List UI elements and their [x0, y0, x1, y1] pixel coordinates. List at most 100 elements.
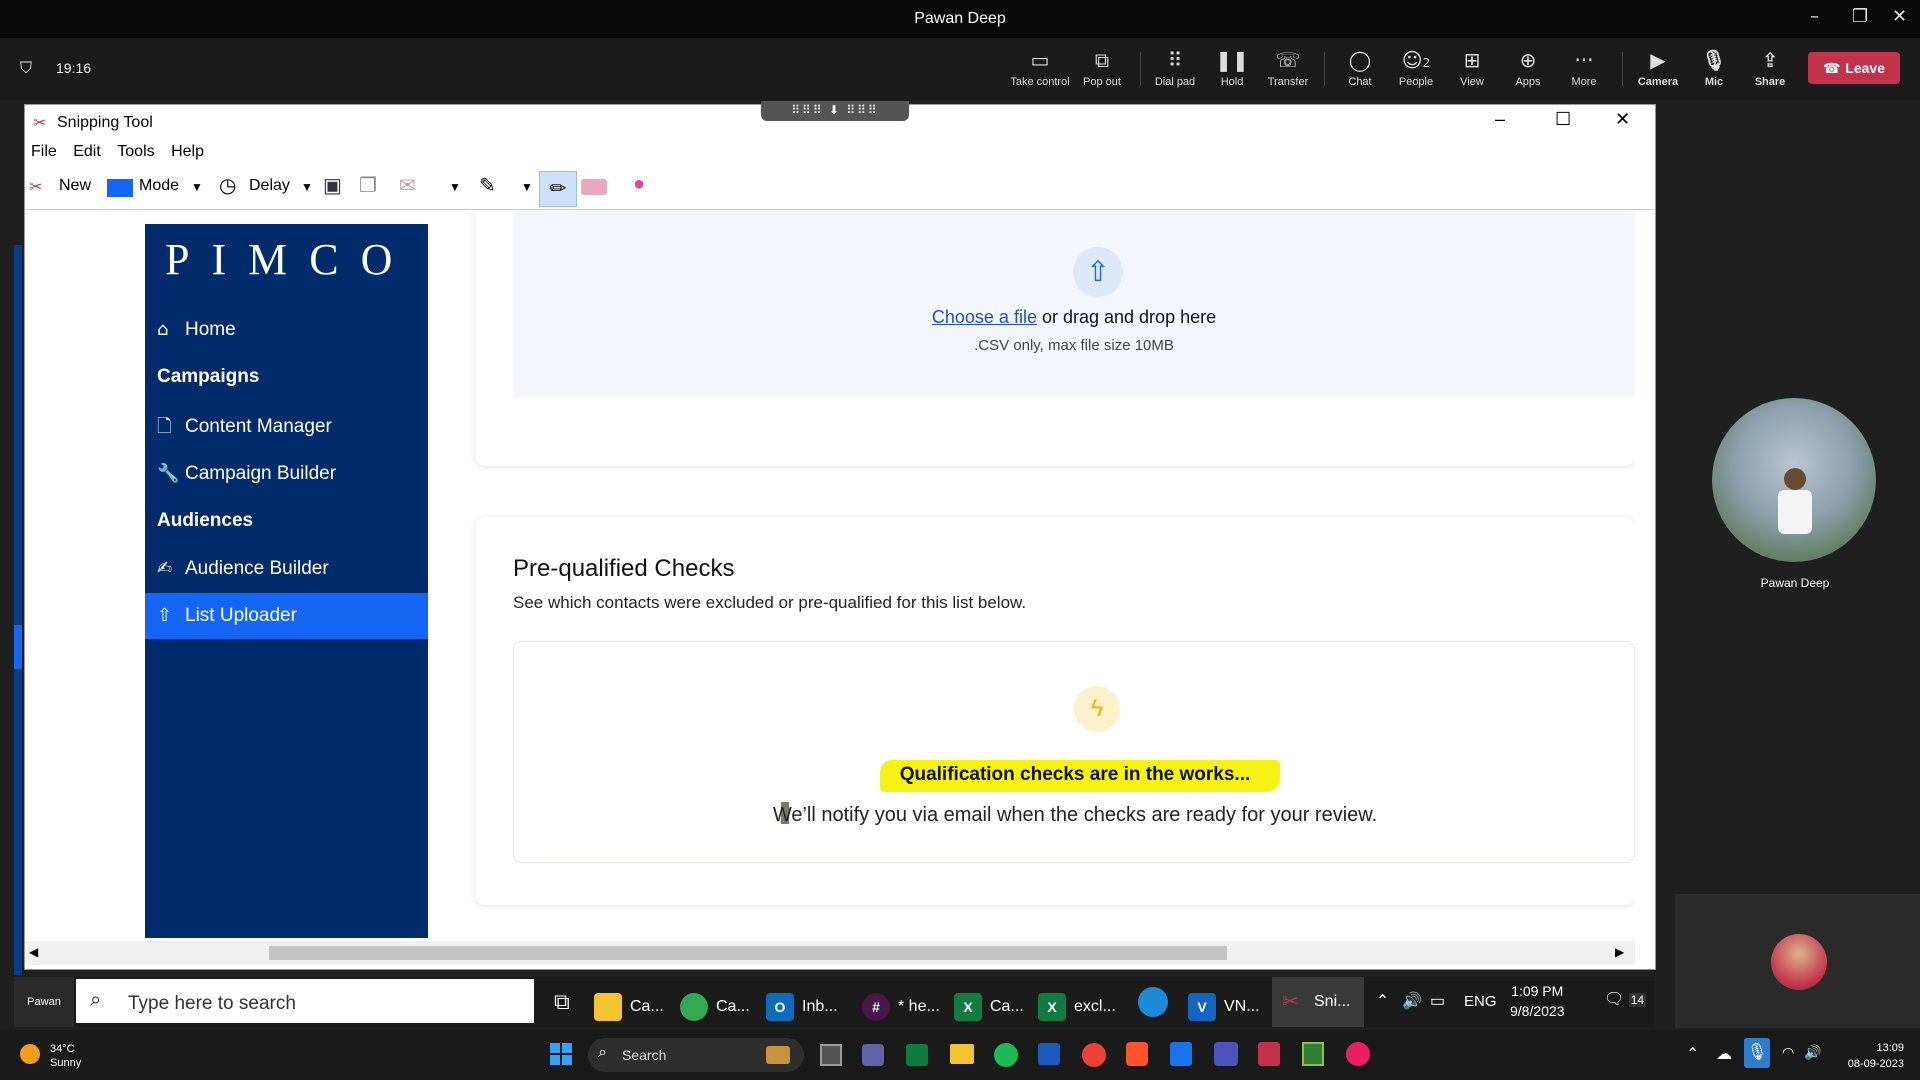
pen-icon[interactable]: ✎: [479, 173, 496, 198]
edge-icon[interactable]: [1138, 987, 1168, 1017]
windows-start-icon[interactable]: [550, 1043, 572, 1065]
paint-3d-icon[interactable]: ●: [633, 173, 645, 196]
hold-button[interactable]: ❚❚ Hold: [1200, 48, 1264, 88]
chrome-dev-icon[interactable]: [1346, 1042, 1370, 1066]
menu-edit[interactable]: Edit: [73, 143, 101, 160]
delay-dropdown-icon[interactable]: ▼: [301, 180, 313, 194]
horizontal-scrollbar[interactable]: ◀ ▶: [25, 941, 1635, 965]
mode-dropdown-icon[interactable]: ▼: [191, 180, 203, 194]
nav-content-manager[interactable]: 🗋 Content Manager: [145, 404, 428, 450]
wifi-icon[interactable]: ◠: [1782, 1044, 1794, 1061]
participant-avatar[interactable]: [1712, 398, 1876, 562]
scroll-right-icon[interactable]: ▶: [1615, 945, 1624, 959]
self-avatar[interactable]: [1771, 934, 1827, 990]
document-icon: 🗋: [157, 416, 172, 437]
dropzone[interactable]: ⇧ Choose a file or drag and drop here .C…: [513, 211, 1635, 397]
lightning-icon: ϟ: [1074, 686, 1120, 732]
notifications-button[interactable]: 🗨 14: [1604, 989, 1647, 1009]
taskbar-app-excel-1[interactable]: X Ca...: [954, 993, 1024, 1021]
spotify-icon[interactable]: [994, 1043, 1018, 1067]
taskbar-search[interactable]: ⌕ Type here to search: [76, 979, 534, 1023]
cloud-icon[interactable]: ☁: [1716, 1044, 1732, 1064]
pop-out-icon: ⧉: [1094, 48, 1110, 72]
file-explorer-icon[interactable]: [950, 1044, 974, 1064]
status-panel: ϟ Qualification checks are in the works.…: [513, 641, 1635, 863]
send-dropdown-icon[interactable]: ▼: [449, 180, 461, 194]
scroll-left-icon[interactable]: ◀: [29, 945, 38, 959]
delay-button[interactable]: Delay: [249, 177, 290, 195]
taskbar-app-chrome[interactable]: Ca...: [680, 993, 750, 1021]
take-control-button[interactable]: ▭ Take control: [1008, 48, 1072, 88]
minimize-icon[interactable]: –: [1810, 6, 1819, 27]
dial-pad-button[interactable]: ⠿ Dial pad: [1143, 48, 1207, 88]
clock[interactable]: 13:09 08-09-2023: [1838, 1040, 1904, 1072]
restore-icon[interactable]: ❐: [1852, 6, 1868, 27]
taskbar-search-box[interactable]: ⌕ Search: [588, 1038, 804, 1072]
media-player-icon[interactable]: [1302, 1042, 1324, 1066]
taskbar-app-slack[interactable]: # * he...: [862, 993, 940, 1021]
camera-button[interactable]: ▶ Camera: [1626, 48, 1690, 88]
app-s-icon[interactable]: [1170, 1042, 1192, 1066]
shield-icon: ⛉: [20, 58, 33, 77]
mic-active-icon[interactable]: 🎙: [1744, 1038, 1770, 1068]
clock[interactable]: 1:09 PM 9/8/2023: [1510, 981, 1565, 1021]
send-icon[interactable]: ✉: [399, 173, 416, 198]
highlighter-icon[interactable]: ✏: [539, 171, 577, 207]
eraser-icon[interactable]: [581, 179, 607, 195]
copy-icon[interactable]: ❐: [359, 173, 377, 198]
language-indicator[interactable]: ENG: [1464, 993, 1497, 1010]
share-button[interactable]: ⇪ Share: [1738, 48, 1802, 88]
task-view-icon[interactable]: [820, 1044, 842, 1066]
call-controls-bar: ⛉ 19:16 ▭ Take control ⧉ Pop out ⠿ Dial pad…: [0, 38, 1920, 100]
upload-instructions: Choose a file or drag and drop here: [931, 307, 1217, 327]
save-icon[interactable]: ▣: [323, 173, 342, 198]
close-icon[interactable]: ✕: [1892, 6, 1907, 27]
chevron-up-icon[interactable]: ⌃: [1376, 991, 1389, 1011]
excel-icon[interactable]: [906, 1044, 928, 1066]
chevron-up-icon[interactable]: ⌃: [1686, 1044, 1699, 1064]
apps-button[interactable]: ⊕ Apps: [1496, 48, 1560, 88]
brave-icon[interactable]: [1126, 1042, 1148, 1066]
mode-button[interactable]: Mode: [139, 177, 179, 195]
nav-list-uploader[interactable]: ⇧ List Uploader: [145, 593, 428, 639]
maximize-icon[interactable]: ☐: [1555, 109, 1571, 130]
teams-chat-icon[interactable]: [862, 1044, 884, 1066]
volume-icon[interactable]: 🔊: [1804, 1044, 1821, 1061]
taskbar-app-excel-2[interactable]: Xexcl...: [1038, 993, 1116, 1021]
more-button[interactable]: ··· More: [1552, 48, 1616, 88]
leave-button[interactable]: ☎ Leave: [1808, 52, 1900, 84]
network-icon[interactable]: ▭: [1430, 991, 1445, 1011]
pop-out-button[interactable]: ⧉ Pop out: [1070, 48, 1134, 88]
h-scroll-thumb[interactable]: [269, 946, 1227, 960]
volume-icon[interactable]: 🔊: [1402, 991, 1422, 1011]
taskbar-app-outlook[interactable]: O Inb...: [766, 993, 838, 1021]
nav-home[interactable]: ⌂ Home: [145, 307, 428, 353]
weather-widget[interactable]: 34°C Sunny: [50, 1042, 81, 1070]
menu-tools[interactable]: Tools: [117, 143, 154, 160]
menu-help[interactable]: Help: [171, 143, 204, 160]
taskbar-app-snipping-active[interactable]: ✂ Sni...: [1272, 977, 1364, 1027]
chrome-icon[interactable]: [1082, 1043, 1106, 1067]
nav-campaign-builder[interactable]: 🔧 Campaign Builder: [145, 451, 428, 497]
mic-button[interactable]: 🎙 Mic: [1682, 48, 1746, 88]
transfer-button[interactable]: ☏ Transfer: [1256, 48, 1320, 88]
teams-icon[interactable]: [1214, 1042, 1238, 1066]
word-icon[interactable]: [1038, 1043, 1060, 1065]
view-button[interactable]: ⊞ View: [1440, 48, 1504, 88]
minimize-icon[interactable]: –: [1495, 109, 1505, 130]
menu-file[interactable]: File: [31, 143, 57, 160]
sharing-toolbar-handle[interactable]: ⠿⠿⠿ ⬇ ⠿⠿⠿: [761, 101, 909, 121]
pen-dropdown-icon[interactable]: ▼: [521, 180, 533, 194]
people-button[interactable]: ☺2 People: [1384, 48, 1448, 88]
nav-audience-builder[interactable]: ✍ Audience Builder: [145, 546, 428, 592]
task-view-icon[interactable]: ⧉: [554, 989, 570, 1015]
taskbar-app-vnc[interactable]: V VN...: [1188, 993, 1260, 1021]
app-icon[interactable]: [1258, 1042, 1280, 1066]
chat-button[interactable]: ◯ Chat: [1328, 48, 1392, 88]
taskbar-app-explorer[interactable]: Ca...: [594, 993, 664, 1021]
excel-icon: X: [1038, 993, 1066, 1021]
close-icon[interactable]: ✕: [1615, 109, 1630, 130]
new-button[interactable]: New: [59, 177, 91, 195]
choose-file-link[interactable]: Choose a file: [932, 307, 1037, 327]
vnc-icon: V: [1188, 993, 1216, 1021]
